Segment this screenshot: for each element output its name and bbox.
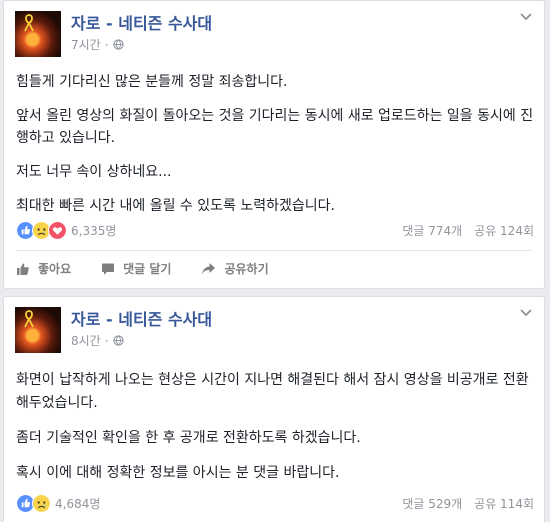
post-card: 자로 - 네티즌 수사대 8시간 · 화면이 납작하게 나오는 현상은 시간이 … bbox=[3, 296, 545, 522]
sad-reaction-icon bbox=[32, 494, 51, 513]
engagement-stats: 댓글 529개 공유 114회 bbox=[402, 495, 534, 512]
post-paragraph: 화면이 납작하게 나오는 현상은 시간이 지나면 해결된다 해서 잠시 영상을 … bbox=[16, 372, 529, 411]
chevron-down-icon[interactable] bbox=[520, 309, 532, 317]
post-paragraph: 힘들게 기다리신 많은 분들께 정말 죄송합니다. bbox=[16, 74, 288, 90]
post-paragraph: 좀더 기술적인 확인을 한 후 공개로 전환하도록 하겠습니다. bbox=[16, 430, 361, 446]
separator-dot: · bbox=[104, 333, 109, 348]
reactions-summary[interactable]: 6,335명 bbox=[16, 221, 116, 240]
share-arrow-icon bbox=[202, 262, 216, 274]
reaction-count[interactable]: 4,684명 bbox=[55, 495, 100, 512]
comment-button[interactable]: 댓글 달기 bbox=[101, 260, 171, 277]
thumbs-up-icon bbox=[17, 263, 29, 275]
share-button[interactable]: 공유하기 bbox=[201, 260, 269, 277]
share-count-link[interactable]: 공유 124회 bbox=[474, 222, 534, 239]
post-body: 화면이 납작하게 나오는 현상은 시간이 지나면 해결된다 해서 잠시 영상을 … bbox=[16, 369, 536, 497]
action-bar: 좋아요 댓글 달기 공유하기 bbox=[16, 260, 299, 277]
yellow-ribbon-icon bbox=[24, 14, 34, 32]
reactions-summary[interactable]: 4,684명 bbox=[16, 494, 100, 513]
like-button[interactable]: 좋아요 bbox=[16, 260, 71, 277]
comment-label: 댓글 달기 bbox=[123, 262, 172, 276]
post-paragraph: 혹시 이에 대해 정확한 정보를 아시는 분 댓글 바랍니다. bbox=[16, 465, 340, 481]
yellow-ribbon-icon bbox=[24, 310, 34, 328]
timestamp-text[interactable]: 7시간 bbox=[71, 36, 101, 53]
timestamp-text[interactable]: 8시간 bbox=[71, 332, 101, 349]
post-paragraph: 앞서 올린 영상의 화질이 돌아오는 것을 기다리는 동시에 새로 업로드하는 … bbox=[16, 108, 534, 146]
author-name-link[interactable]: 자로 - 네티즌 수사대 bbox=[71, 10, 212, 34]
globe-icon bbox=[112, 39, 124, 50]
author-name-link[interactable]: 자로 - 네티즌 수사대 bbox=[71, 306, 212, 330]
post-card: 자로 - 네티즌 수사대 7시간 · 힘들게 기다리신 많은 분들께 정말 죄송… bbox=[3, 0, 545, 289]
share-label: 공유하기 bbox=[224, 262, 269, 276]
page-avatar[interactable] bbox=[15, 11, 61, 57]
post-paragraph: 최대한 빠른 시간 내에 올릴 수 있도록 노력하겠습니다. bbox=[16, 198, 335, 214]
chevron-down-icon[interactable] bbox=[520, 13, 532, 21]
love-reaction-icon bbox=[48, 221, 67, 240]
post-paragraph: 저도 너무 속이 상하네요... bbox=[16, 164, 172, 180]
comment-icon bbox=[102, 263, 115, 275]
engagement-stats: 댓글 774개 공유 124회 bbox=[402, 222, 534, 239]
post-timestamp[interactable]: 7시간 · bbox=[71, 36, 124, 53]
share-count-link[interactable]: 공유 114회 bbox=[474, 495, 534, 512]
like-label: 좋아요 bbox=[38, 262, 72, 276]
reaction-count[interactable]: 6,335명 bbox=[71, 222, 116, 239]
globe-icon bbox=[112, 335, 124, 346]
comment-count-link[interactable]: 댓글 529개 bbox=[402, 495, 462, 512]
separator-dot: · bbox=[104, 37, 109, 52]
page-avatar[interactable] bbox=[15, 307, 61, 353]
post-timestamp[interactable]: 8시간 · bbox=[71, 332, 124, 349]
post-body: 힘들게 기다리신 많은 분들께 정말 죄송합니다. 앞서 올린 영상의 화질이 … bbox=[16, 71, 536, 229]
divider bbox=[16, 250, 532, 251]
comment-count-link[interactable]: 댓글 774개 bbox=[402, 222, 462, 239]
